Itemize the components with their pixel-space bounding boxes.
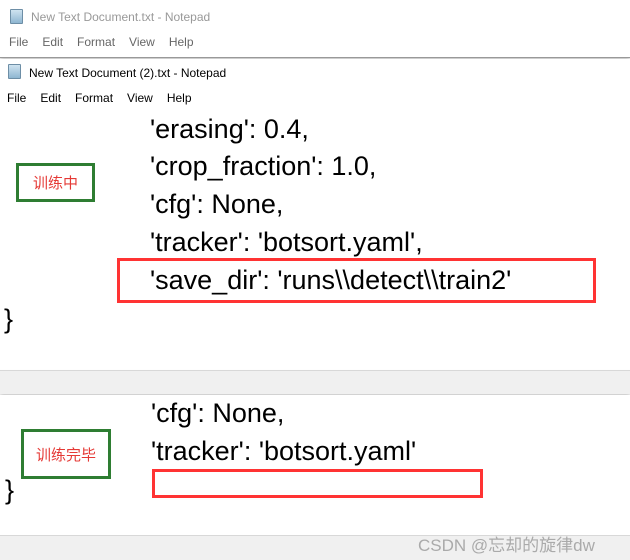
code-line: 'crop_fraction': 1.0,	[150, 151, 377, 181]
editor-done[interactable]: 'cfg': None, 'tracker': 'botsort.yaml' }…	[0, 395, 630, 535]
editor-training[interactable]: 'erasing': 0.4, 'crop_fraction': 1.0, 'c…	[0, 108, 630, 370]
watermark: CSDN @忘却的旋律dw	[418, 536, 595, 555]
code-line: 'tracker': 'botsort.yaml',	[150, 227, 423, 257]
menu-format[interactable]: Format	[75, 91, 113, 105]
menu-bar: File Edit Format View Help	[9, 35, 208, 49]
menu-view[interactable]: View	[129, 35, 155, 49]
menu-bar: File Edit Format View Help	[7, 91, 206, 105]
notepad-icon	[8, 64, 21, 79]
code-line: 'cfg': None,	[151, 398, 285, 428]
menu-file[interactable]: File	[7, 91, 26, 105]
status-bar	[0, 370, 630, 394]
code-line: 'erasing': 0.4,	[150, 114, 309, 144]
window-title: New Text Document (2).txt - Notepad	[29, 66, 227, 80]
save-dir-highlight	[117, 258, 596, 303]
back-notepad-window[interactable]: New Text Document.txt - Notepad File Edit…	[0, 0, 630, 58]
window-title: New Text Document.txt - Notepad	[31, 10, 211, 24]
empty-highlight	[152, 469, 483, 498]
closing-brace: }	[4, 304, 14, 334]
menu-help[interactable]: Help	[169, 35, 194, 49]
menu-help[interactable]: Help	[167, 91, 192, 105]
menu-edit[interactable]: Edit	[40, 91, 61, 105]
notepad-icon	[10, 9, 23, 24]
menu-format[interactable]: Format	[77, 35, 115, 49]
menu-view[interactable]: View	[127, 91, 153, 105]
training-label: 训练中	[16, 163, 95, 202]
menu-file[interactable]: File	[9, 35, 28, 49]
done-label: 训练完毕	[21, 429, 111, 479]
code-line: 'cfg': None,	[150, 189, 284, 219]
closing-brace: }	[5, 475, 15, 505]
code-line: 'tracker': 'botsort.yaml'	[151, 436, 417, 466]
menu-edit[interactable]: Edit	[42, 35, 63, 49]
